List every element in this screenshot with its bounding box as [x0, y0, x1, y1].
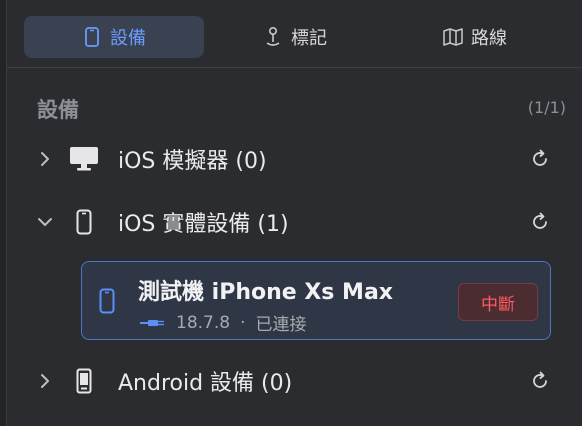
tab-devices-label: 設備 — [110, 28, 146, 49]
group-label: Android 設備 (0) — [118, 371, 293, 396]
phone-icon — [82, 26, 102, 48]
iphone-icon — [69, 208, 99, 236]
group-ios-simulator[interactable]: iOS 模擬器 (0) — [7, 137, 582, 181]
device-name: 測試機 iPhone Xs Max — [138, 280, 393, 305]
android-phone-icon — [69, 367, 99, 395]
devices-panel: 設備 標記 路線 設備 (1/1) iOS 模擬器 (0) iOS 實體設備 (… — [6, 0, 582, 426]
group-ios-physical[interactable]: iOS 實體設備 (1) — [7, 200, 582, 244]
chevron-right-icon[interactable] — [37, 151, 53, 167]
tab-routes[interactable]: 路線 — [385, 16, 565, 58]
device-version: 18.7.8 — [176, 312, 231, 333]
refresh-icon[interactable] — [529, 370, 551, 392]
group-android[interactable]: Android 設備 (0) — [7, 359, 582, 403]
tab-routes-label: 路線 — [471, 28, 507, 49]
tab-bar: 設備 標記 路線 — [7, 0, 582, 68]
chevron-down-icon[interactable] — [37, 214, 53, 230]
group-label: iOS 模擬器 (0) — [118, 149, 267, 174]
device-card[interactable]: 測試機 iPhone Xs Max 18.7.8 · 已連接 中斷 — [81, 261, 551, 340]
device-meta: 18.7.8 · 已連接 — [140, 310, 306, 335]
chevron-right-icon[interactable] — [37, 373, 53, 389]
tab-markers[interactable]: 標記 — [205, 16, 385, 58]
connection-status: 已連接 — [255, 315, 307, 335]
group-label: iOS 實體設備 (1) — [118, 212, 289, 237]
tab-markers-label: 標記 — [291, 28, 327, 49]
device-count: (1/1) — [527, 98, 566, 117]
section-title: 設備 — [37, 98, 79, 122]
refresh-icon[interactable] — [529, 148, 551, 170]
refresh-icon[interactable] — [529, 211, 551, 233]
tab-devices[interactable]: 設備 — [24, 16, 204, 58]
cable-icon — [140, 313, 166, 333]
phone-icon — [96, 286, 118, 316]
map-icon — [443, 26, 463, 48]
pin-icon — [263, 26, 283, 48]
monitor-icon — [69, 145, 99, 173]
disconnect-button[interactable]: 中斷 — [458, 283, 538, 321]
meta-separator: · — [240, 312, 246, 333]
